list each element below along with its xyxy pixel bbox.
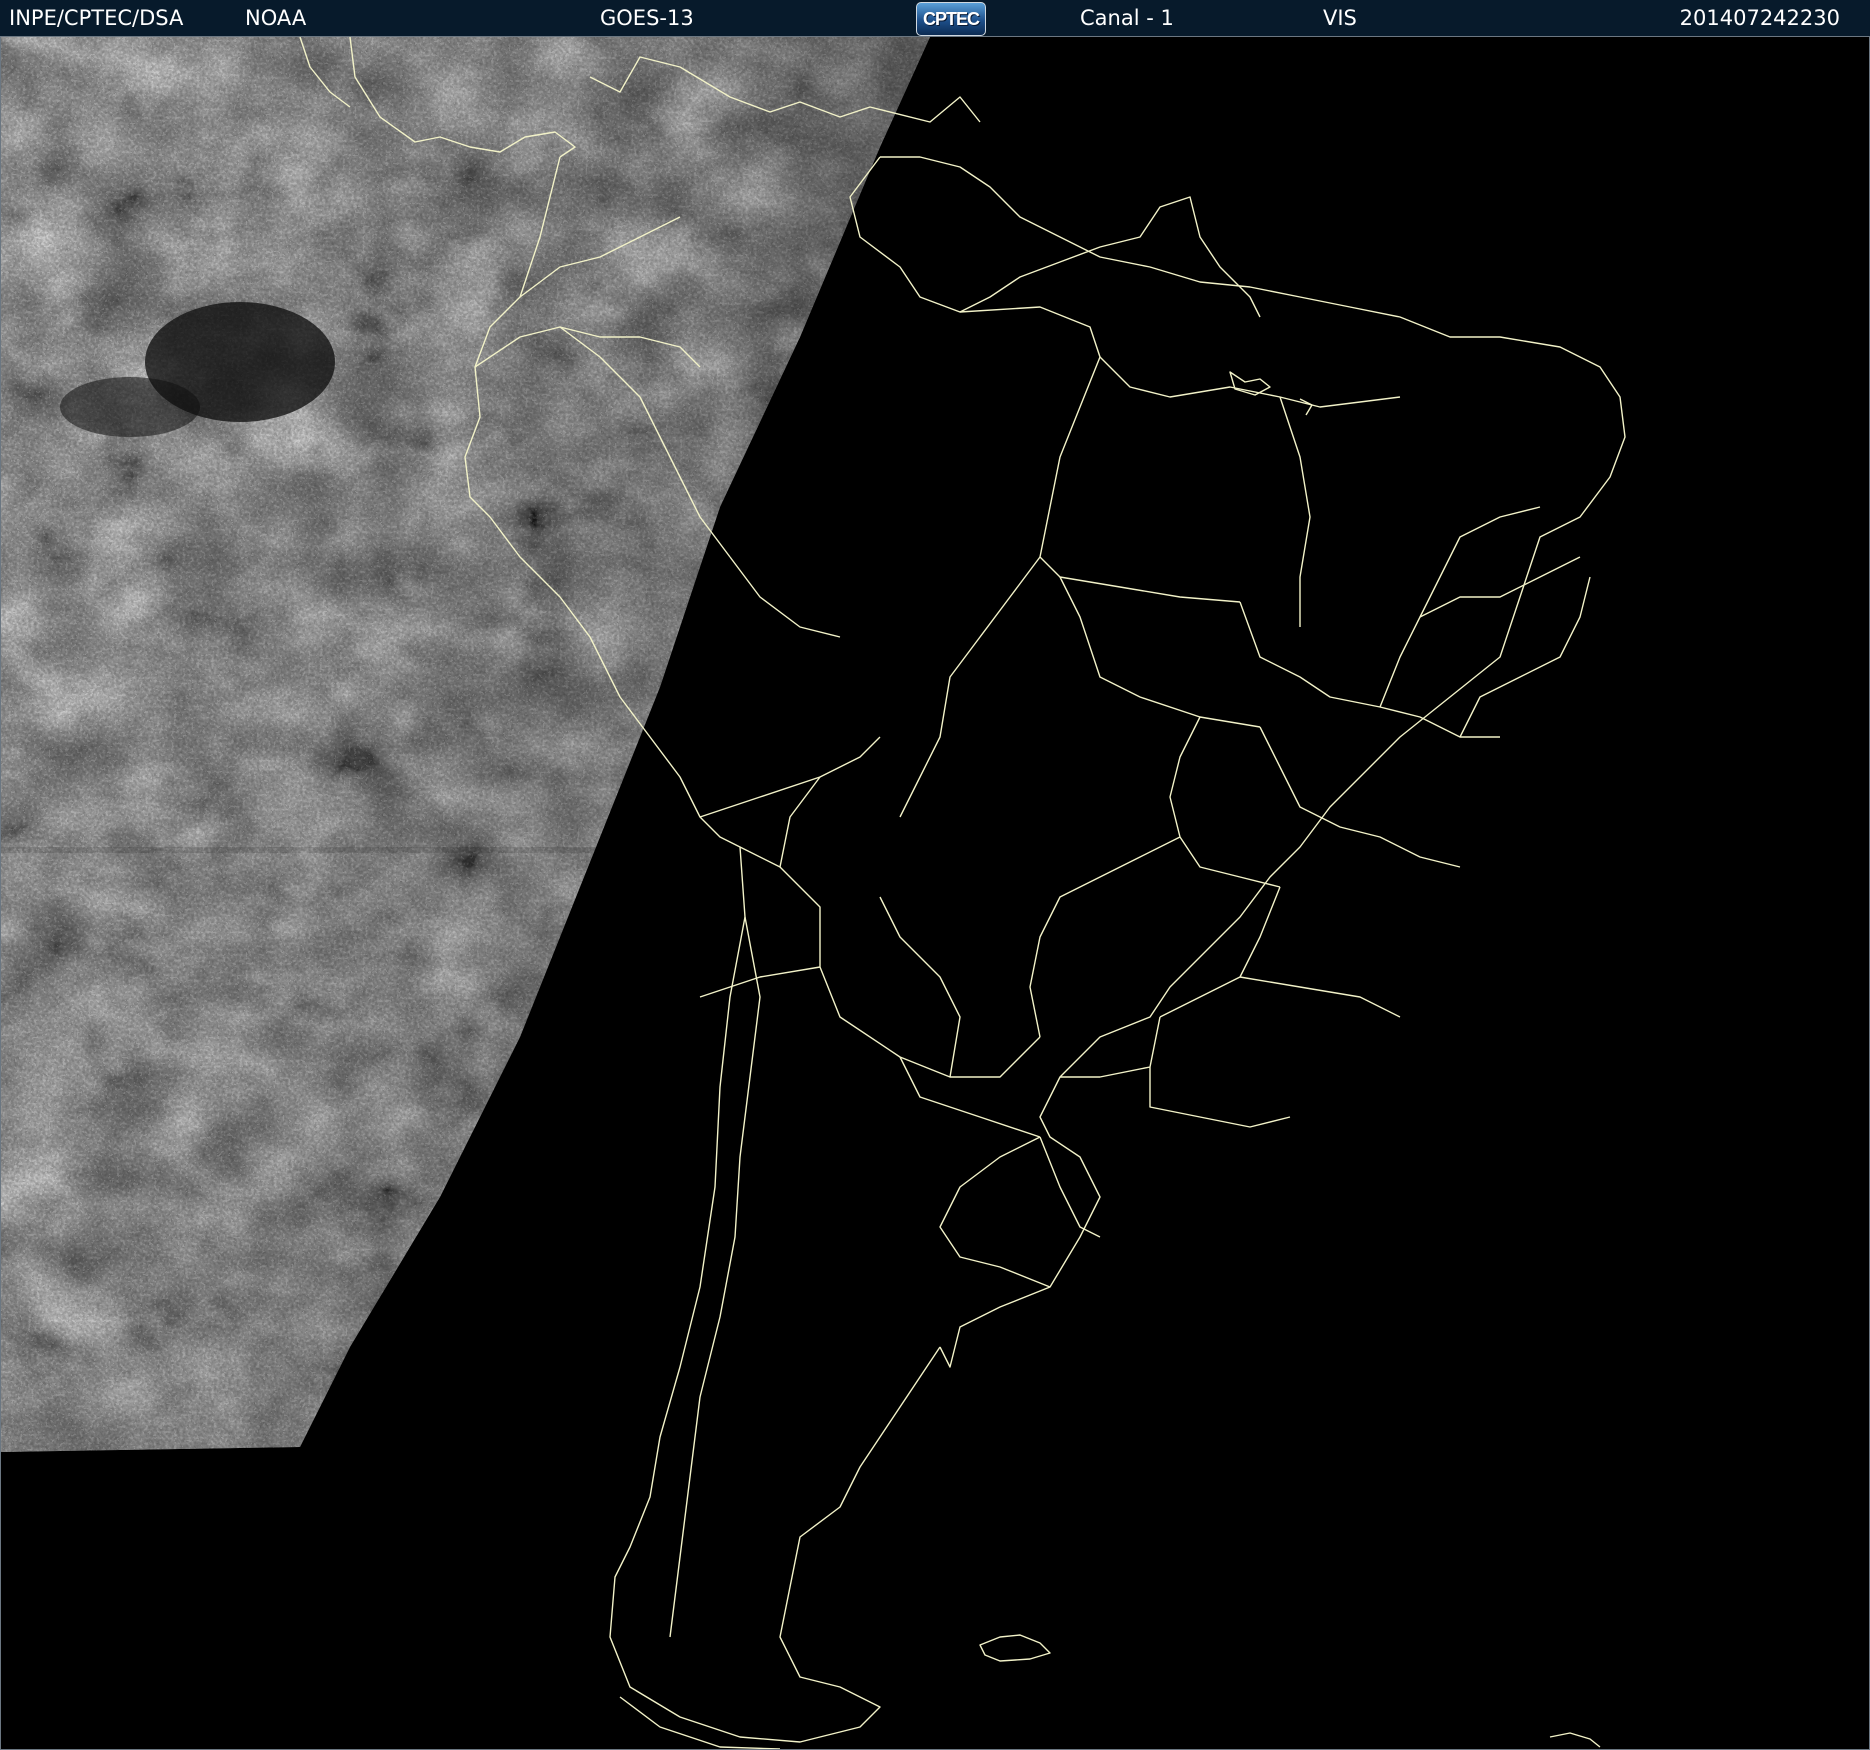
satellite-label: GOES-13: [600, 6, 694, 30]
daylight-cloud-region: [0, 37, 930, 1452]
header-bar: INPE/CPTEC/DSA NOAA GOES-13 CPTEC Canal …: [0, 0, 1870, 37]
channel-label: Canal - 1: [1080, 6, 1174, 30]
agency-label: INPE/CPTEC/DSA: [9, 6, 184, 30]
datetime-label: 201407242230: [1679, 6, 1840, 30]
cptec-logo: CPTEC: [916, 2, 986, 36]
cptec-logo-text: CPTEC: [922, 8, 980, 29]
satellite-map: [0, 37, 1626, 1750]
band-label: VIS: [1323, 6, 1357, 30]
provider-label: NOAA: [245, 6, 307, 30]
